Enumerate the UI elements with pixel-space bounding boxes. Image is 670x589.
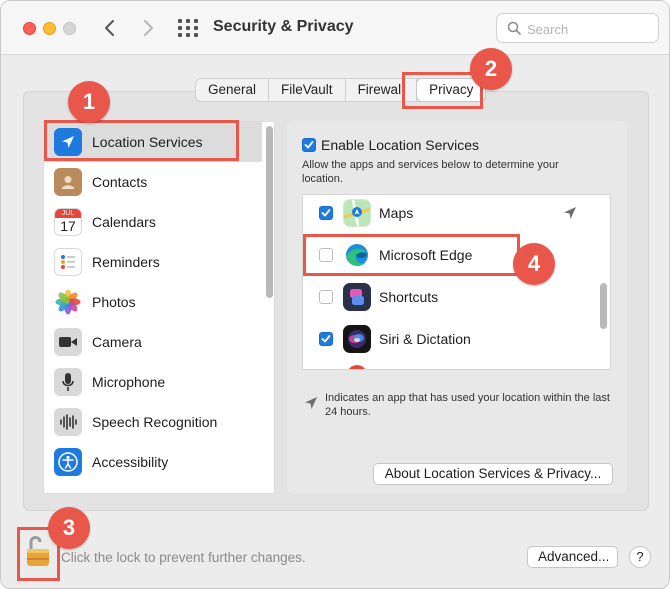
annotation-badge-4: 4 <box>513 243 555 285</box>
maps-checkbox[interactable] <box>319 206 333 220</box>
calendar-day: 17 <box>60 218 76 234</box>
title-bar: Security & Privacy <box>1 1 669 55</box>
checkmark-icon <box>321 335 331 343</box>
chevron-left-icon <box>105 20 114 36</box>
app-row-maps[interactable]: Maps <box>303 195 599 235</box>
enable-location-services-checkbox[interactable] <box>302 138 316 152</box>
tab-general[interactable]: General <box>196 79 270 101</box>
location-arrow-icon <box>305 397 317 409</box>
sidebar-item-reminders[interactable]: Reminders <box>44 242 262 282</box>
search-field[interactable] <box>496 13 659 43</box>
annotation-badge-2: 2 <box>470 48 512 90</box>
sidebar-item-label: Accessibility <box>92 454 169 470</box>
chevron-right-icon <box>144 20 153 36</box>
sidebar-item-calendars[interactable]: JUL 17 Calendars <box>44 202 262 242</box>
annotation-badge-1: 1 <box>68 81 110 123</box>
maps-icon <box>343 199 371 227</box>
highlight-microsoft-edge <box>303 234 520 276</box>
camera-icon <box>54 328 82 356</box>
sidebar-item-contacts[interactable]: Contacts <box>44 162 262 202</box>
forward-button[interactable] <box>137 15 159 41</box>
app-row-siri-dictation[interactable]: Siri & Dictation <box>303 319 599 361</box>
recent-location-arrow-icon <box>564 207 576 219</box>
sidebar-item-label: Calendars <box>92 214 156 230</box>
show-all-preferences-button[interactable] <box>178 19 198 37</box>
sidebar-item-microphone[interactable]: Microphone <box>44 362 262 402</box>
contacts-icon <box>54 168 82 196</box>
annotation-badge-3: 3 <box>48 507 90 549</box>
close-window-button[interactable] <box>23 22 36 35</box>
advanced-button[interactable]: Advanced... <box>527 546 618 568</box>
checkmark-icon <box>304 141 314 149</box>
app-label: Maps <box>379 205 414 221</box>
location-app-list: Maps Microsoft Edge Shortcuts Siri & Dic… <box>302 194 611 370</box>
security-privacy-window: Security & Privacy General FileVault Fir… <box>0 0 670 589</box>
sidebar-item-label: Contacts <box>92 174 148 190</box>
shortcuts-icon <box>343 283 371 311</box>
privacy-category-list: Location Services Contacts JUL 17 Calend… <box>43 121 275 494</box>
photos-icon <box>54 288 82 316</box>
reminders-icon <box>54 248 82 276</box>
sidebar-item-speech-recognition[interactable]: Speech Recognition <box>44 402 262 442</box>
app-row-shortcuts[interactable]: Shortcuts <box>303 277 599 319</box>
sidebar-item-label: Reminders <box>92 254 160 270</box>
checkmark-icon <box>321 209 331 217</box>
help-button[interactable]: ? <box>629 546 651 568</box>
sidebar-item-label: Photos <box>92 294 136 310</box>
shortcuts-checkbox[interactable] <box>319 290 333 304</box>
app-label: Siri & Dictation <box>379 331 471 347</box>
search-input[interactable] <box>527 20 652 38</box>
sidebar-item-label: Camera <box>92 334 142 350</box>
app-list-scrollbar[interactable] <box>600 283 607 329</box>
app-label: Shortcuts <box>379 289 439 305</box>
microphone-icon <box>54 368 82 396</box>
accessibility-icon <box>54 448 82 476</box>
highlight-location-services <box>44 120 239 161</box>
search-icon <box>507 21 521 35</box>
grid-icon <box>178 19 198 37</box>
sidebar-item-accessibility[interactable]: Accessibility <box>44 442 262 482</box>
sidebar-item-photos[interactable]: Photos <box>44 282 262 322</box>
zoom-window-button[interactable] <box>63 22 76 35</box>
partial-app-icon <box>347 365 367 369</box>
location-description: Allow the apps and services below to det… <box>302 159 559 185</box>
sidebar-scrollbar[interactable] <box>266 126 273 298</box>
calendar-month: JUL <box>55 209 81 218</box>
window-title: Security & Privacy <box>213 18 354 35</box>
back-button[interactable] <box>99 15 121 41</box>
sidebar-item-label: Microphone <box>92 374 166 390</box>
speech-recognition-icon <box>54 408 82 436</box>
siri-dictation-checkbox[interactable] <box>319 332 333 346</box>
tab-filevault[interactable]: FileVault <box>269 79 346 101</box>
lock-message: Click the lock to prevent further change… <box>61 550 306 565</box>
sidebar-item-camera[interactable]: Camera <box>44 322 262 362</box>
minimize-window-button[interactable] <box>43 22 56 35</box>
recent-location-note: Indicates an app that has used your loca… <box>325 392 610 418</box>
sidebar-item-label: Speech Recognition <box>92 414 218 430</box>
calendar-icon: JUL 17 <box>54 208 82 236</box>
about-location-services-button[interactable]: About Location Services & Privacy... <box>373 463 613 485</box>
siri-icon <box>343 325 371 353</box>
enable-location-services-label: Enable Location Services <box>321 137 479 153</box>
